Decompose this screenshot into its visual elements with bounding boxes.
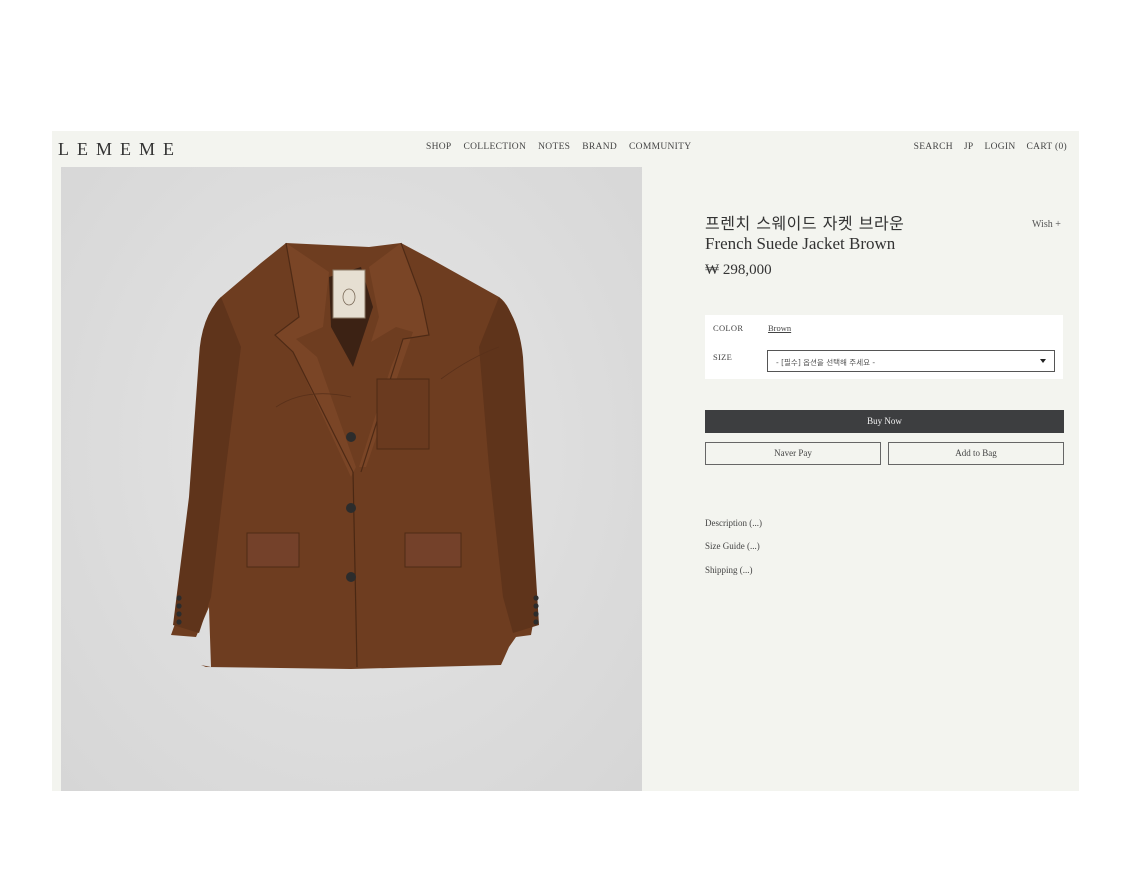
right-cuff-button-4 [533,619,539,625]
jacket-button-middle [346,503,356,513]
nav-notes[interactable]: NOTES [538,142,570,152]
size-guide-link[interactable]: Size Guide (...) [705,541,760,551]
nav-login[interactable]: LOGIN [984,142,1015,152]
size-label: SIZE [713,352,733,362]
color-label: COLOR [713,323,744,333]
option-panel: COLOR Brown SIZE - [필수] 옵션을 선택해 주세요 - [705,315,1063,379]
color-value[interactable]: Brown [768,323,791,333]
left-cuff-button-3 [176,611,182,617]
wish-button[interactable]: Wish + [1032,219,1061,230]
right-cuff-button-2 [533,603,539,609]
nav-language[interactable]: JP [964,142,974,152]
product-title-english: French Suede Jacket Brown [705,234,896,253]
buy-now-button[interactable]: Buy Now [705,410,1064,433]
product-price: ₩ 298,000 [705,262,772,278]
nav-collection[interactable]: COLLECTION [464,142,527,152]
jacket-button-top [346,432,356,442]
main-nav: SHOP COLLECTION NOTES BRAND COMMUNITY [426,142,691,152]
product-image [61,167,642,791]
description-link[interactable]: Description (...) [705,518,762,528]
nav-search[interactable]: SEARCH [914,142,953,152]
left-cuff-button-1 [176,595,182,601]
nav-brand[interactable]: BRAND [582,142,617,152]
product-title-korean: 프렌치 스웨이드 자켓 브라운 [705,214,905,233]
size-select-value: - [필수] 옵션을 선택해 주세요 - [776,358,876,367]
shipping-link[interactable]: Shipping (...) [705,565,753,575]
left-cuff-button-2 [176,603,182,609]
left-cuff-button-4 [176,619,182,625]
jacket-right-pocket-flap [404,532,462,568]
add-to-bag-button[interactable]: Add to Bag [888,442,1064,465]
jacket-button-bottom [346,572,356,582]
jacket-left-pocket-flap [246,532,300,568]
right-cuff-button-1 [533,595,539,601]
jacket-illustration [171,242,539,669]
size-select[interactable]: - [필수] 옵션을 선택해 주세요 - [767,350,1055,372]
product-page: LEMEME SHOP COLLECTION NOTES BRAND COMMU… [52,131,1079,791]
naver-pay-button[interactable]: Naver Pay [705,442,881,465]
jacket-label [332,269,366,319]
jacket-chest-pocket [376,378,430,450]
nav-cart[interactable]: CART (0) [1027,142,1067,152]
chevron-down-icon [1040,359,1046,363]
brand-logo[interactable]: LEMEME [58,139,182,160]
right-cuff-button-3 [533,611,539,617]
utility-nav: SEARCH JP LOGIN CART (0) [914,142,1067,152]
nav-shop[interactable]: SHOP [426,142,452,152]
nav-community[interactable]: COMMUNITY [629,142,691,152]
